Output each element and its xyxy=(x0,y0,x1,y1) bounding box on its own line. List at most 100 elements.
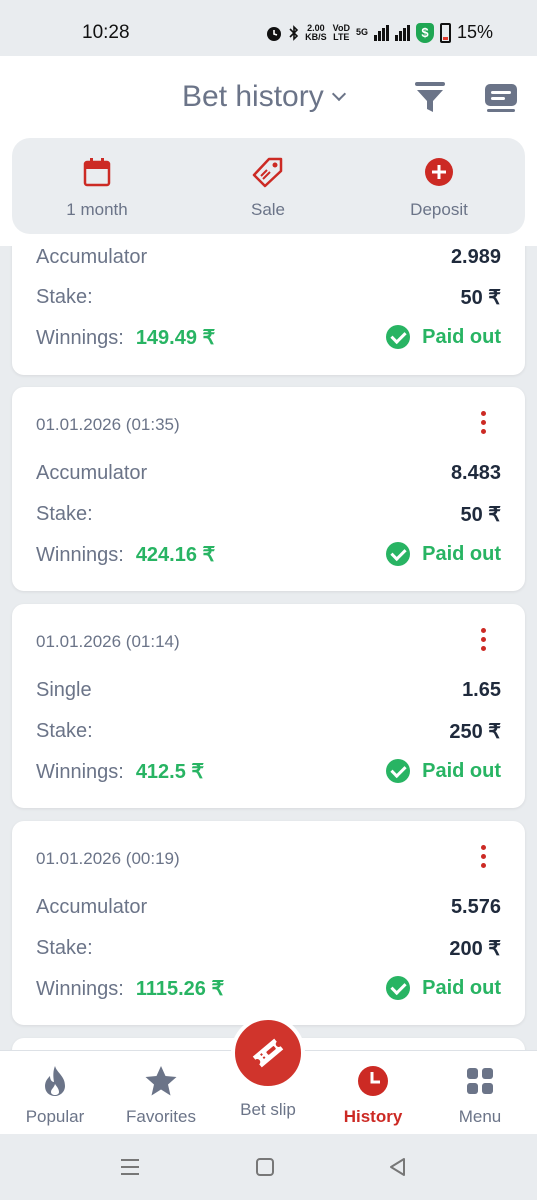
bet-date: 01.01.2026 (01:35) xyxy=(36,415,180,434)
nav-history-label: History xyxy=(343,1107,403,1126)
bet-card[interactable]: 01.01.2026 (01:35) Accumulator 8.483 Sta… xyxy=(12,387,525,591)
net-type: 5G xyxy=(355,27,368,37)
winnings-value: 149.49 ₹ xyxy=(135,326,216,349)
battery-icon xyxy=(439,22,451,43)
bet-type: Accumulator xyxy=(36,461,148,484)
more-options-icon[interactable] xyxy=(478,411,488,437)
nav-menu-label: Menu xyxy=(458,1107,502,1126)
plus-circle-icon xyxy=(425,158,453,186)
more-options-icon[interactable] xyxy=(478,628,488,654)
stake-value: 50 ₹ xyxy=(460,286,501,309)
signal-icon-2 xyxy=(394,24,410,41)
back-icon[interactable] xyxy=(386,1156,410,1178)
winnings-label: Winnings: xyxy=(36,977,124,1000)
alarm-icon xyxy=(267,26,282,41)
status-text: Paid out xyxy=(422,542,501,565)
stake-label: Stake: xyxy=(36,502,93,525)
bet-type-row: Single 1.65 xyxy=(36,678,501,702)
sale-button[interactable]: Sale xyxy=(198,156,338,220)
nav-popular[interactable]: Popular xyxy=(5,1063,105,1127)
grid-icon xyxy=(467,1068,493,1094)
bet-odds: 2.989 xyxy=(450,246,501,268)
bet-date: 01.01.2026 (01:14) xyxy=(36,632,180,651)
display-settings-icon[interactable] xyxy=(483,80,519,114)
period-filter-label: 1 month xyxy=(66,200,128,219)
star-icon xyxy=(145,1066,177,1096)
status-text: Paid out xyxy=(422,325,501,348)
stake-row: Stake: 50 ₹ xyxy=(36,285,501,309)
bet-type: Accumulator xyxy=(36,895,148,918)
bet-card[interactable]: 01.01.2026 (01:14) Single 1.65 Stake: 25… xyxy=(12,604,525,808)
bet-type: Single xyxy=(36,678,92,701)
status-badge: Paid out xyxy=(386,542,501,566)
bet-odds: 5.576 xyxy=(450,895,501,918)
header: Bet history 1 month Sale Deposit xyxy=(0,56,537,246)
check-circle-icon xyxy=(386,325,411,349)
winnings-row: Winnings: 412.5 ₹ Paid out xyxy=(36,759,501,783)
winnings-value: 412.5 ₹ xyxy=(135,760,205,783)
clock-icon xyxy=(358,1066,388,1096)
stake-row: Stake: 50 ₹ xyxy=(36,502,501,526)
bet-type-row: Accumulator 5.576 xyxy=(36,895,501,919)
deposit-button[interactable]: Deposit xyxy=(369,156,509,220)
check-circle-icon xyxy=(386,542,411,566)
nav-history[interactable]: History xyxy=(323,1063,423,1127)
bet-odds: 8.483 xyxy=(450,461,501,484)
nav-popular-label: Popular xyxy=(25,1107,85,1126)
status-badge: Paid out xyxy=(386,759,501,783)
check-circle-icon xyxy=(386,976,411,1000)
winnings-row: Winnings: 1115.26 ₹ Paid out xyxy=(36,976,501,1000)
stake-value: 250 ₹ xyxy=(449,720,501,743)
status-badge: Paid out xyxy=(386,976,501,1000)
status-badge: Paid out xyxy=(386,325,501,349)
stake-label: Stake: xyxy=(36,719,93,742)
bet-history-list[interactable]: Accumulator 2.989 Stake: 50 ₹ Winnings: 1… xyxy=(0,246,537,1050)
more-options-icon[interactable] xyxy=(478,845,488,871)
winnings-row: Winnings: 424.16 ₹ Paid out xyxy=(36,542,501,566)
stake-row: Stake: 250 ₹ xyxy=(36,719,501,743)
bet-card[interactable]: Accumulator 2.989 Stake: 50 ₹ Winnings: 1… xyxy=(12,246,525,375)
calendar-icon xyxy=(83,158,111,187)
bet-card[interactable]: 01.01.2026 (00:19) Accumulator 5.576 Sta… xyxy=(12,821,525,1025)
net-speed: 2.00 KB/S xyxy=(305,23,327,42)
stake-row: Stake: 200 ₹ xyxy=(36,936,501,960)
bet-type: Accumulator xyxy=(36,246,148,268)
status-text: Paid out xyxy=(422,976,501,999)
winnings-value: 424.16 ₹ xyxy=(135,543,216,566)
stake-value: 200 ₹ xyxy=(449,937,501,960)
signal-icon xyxy=(373,24,389,41)
nav-favorites[interactable]: Favorites xyxy=(111,1063,211,1127)
chevron-down-icon xyxy=(331,86,346,102)
nav-menu[interactable]: Menu xyxy=(430,1063,530,1127)
volte-bottom: LTE xyxy=(333,31,350,42)
volte-indicator: VoD LTE xyxy=(333,23,350,42)
home-icon[interactable] xyxy=(253,1156,277,1178)
bet-slip-button[interactable] xyxy=(231,1016,305,1090)
bet-odds: 1.65 xyxy=(462,678,501,701)
winnings-label: Winnings: xyxy=(36,326,124,349)
bluetooth-icon xyxy=(289,24,299,41)
title-dropdown[interactable]: Bet history xyxy=(182,80,346,114)
shield-dollar-icon: $ xyxy=(415,22,434,43)
tag-icon xyxy=(252,157,283,188)
net-speed-unit: KB/S xyxy=(305,31,327,42)
status-bar: 10:28 2.00 KB/S VoD LTE 5G $ 15% xyxy=(0,0,537,56)
status-text: Paid out xyxy=(422,759,501,782)
system-nav-bar xyxy=(0,1134,537,1200)
status-time: 10:28 xyxy=(82,22,130,43)
deposit-label: Deposit xyxy=(410,200,468,219)
status-icons: 2.00 KB/S VoD LTE 5G $ 15% xyxy=(265,22,493,43)
period-filter-button[interactable]: 1 month xyxy=(27,156,167,220)
quick-actions-bar: 1 month Sale Deposit xyxy=(12,138,525,234)
winnings-label: Winnings: xyxy=(36,760,124,783)
stake-label: Stake: xyxy=(36,936,93,959)
bet-type-row: Accumulator 2.989 xyxy=(36,246,501,269)
filter-icon[interactable] xyxy=(412,80,448,114)
recent-apps-icon[interactable] xyxy=(118,1156,142,1178)
winnings-label: Winnings: xyxy=(36,543,124,566)
winnings-value: 1115.26 ₹ xyxy=(135,977,225,1000)
battery-percent: 15% xyxy=(456,22,493,42)
sale-label: Sale xyxy=(250,200,286,219)
bet-type-row: Accumulator 8.483 xyxy=(36,461,501,485)
check-circle-icon xyxy=(386,759,411,783)
